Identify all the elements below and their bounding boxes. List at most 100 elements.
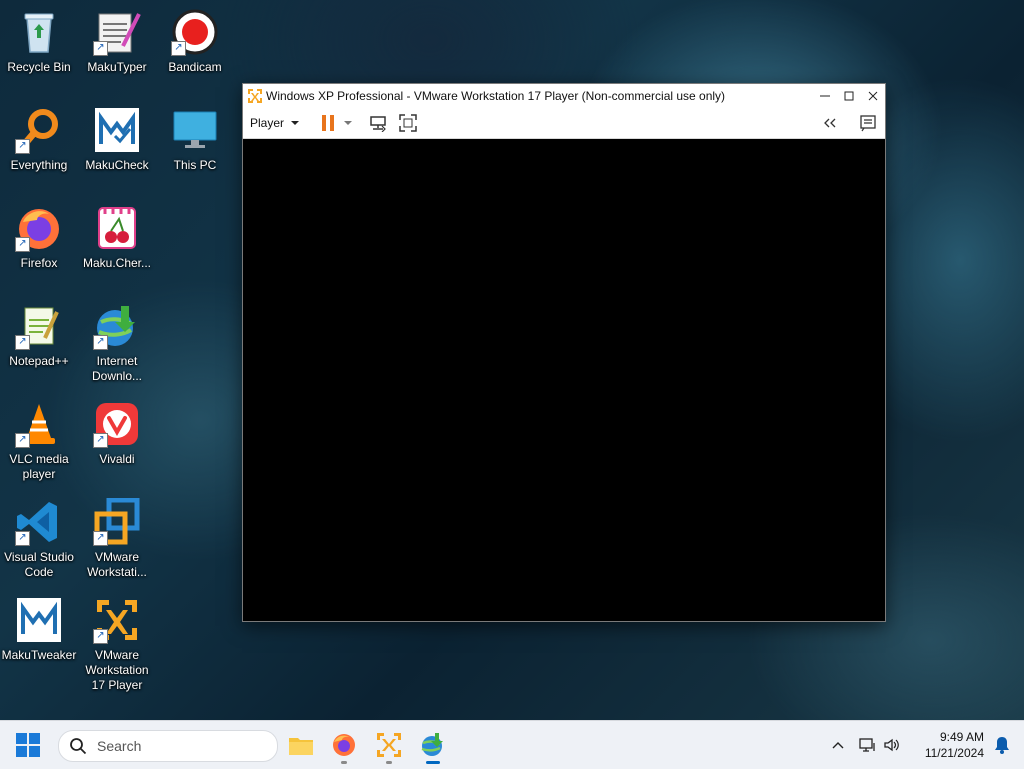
clock[interactable]: 9:49 AM 11/21/2024 bbox=[925, 729, 984, 761]
desktop-icon-firefox[interactable]: ↗ Firefox bbox=[1, 204, 77, 271]
caret-down-icon bbox=[344, 120, 353, 125]
double-chevron-left-icon bbox=[824, 118, 836, 127]
desktop-icon-label: MakuTweaker bbox=[1, 648, 77, 662]
caret-down-icon bbox=[291, 120, 300, 125]
shortcut-arrow-icon: ↗ bbox=[93, 531, 108, 546]
maximize-button[interactable] bbox=[837, 84, 861, 107]
desktop-icon-vmware-player[interactable]: ↗ VMware Workstation 17 Player bbox=[79, 596, 155, 693]
desktop-icon-label: Firefox bbox=[20, 256, 58, 270]
bandicam-icon: ↗ bbox=[171, 8, 219, 56]
makucheck-icon bbox=[93, 106, 141, 154]
desktop-icon-bandicam[interactable]: ↗ Bandicam bbox=[157, 8, 233, 75]
desktop-icon-label: Internet Downlo... bbox=[91, 354, 143, 383]
vmware-player-window[interactable]: Windows XP Professional - VMware Worksta… bbox=[242, 83, 886, 622]
desktop-icon-label: Bandicam bbox=[168, 60, 222, 74]
taskbar-firefox[interactable] bbox=[328, 729, 360, 764]
notepad-plus-plus-icon: ↗ bbox=[15, 302, 63, 350]
taskbar-file-explorer[interactable] bbox=[285, 729, 317, 761]
shortcut-arrow-icon: ↗ bbox=[15, 433, 30, 448]
desktop-icon-label: VMware Workstati... bbox=[87, 550, 147, 579]
everything-icon: ↗ bbox=[15, 106, 63, 154]
vm-display[interactable] bbox=[243, 139, 885, 621]
desktop-icon-label: Maku.Cher... bbox=[82, 256, 152, 270]
maximize-icon bbox=[844, 91, 854, 100]
firefox-icon: ↗ bbox=[15, 204, 63, 252]
taskbar-vmware-player[interactable] bbox=[373, 729, 405, 764]
makutyper-icon: ↗ bbox=[93, 8, 141, 56]
shortcut-arrow-icon: ↗ bbox=[93, 335, 108, 350]
shortcut-arrow-icon: ↗ bbox=[171, 41, 186, 56]
full-screen-button[interactable] bbox=[399, 107, 417, 138]
vmware-player-icon bbox=[248, 88, 262, 103]
bell-icon bbox=[995, 737, 1009, 754]
desktop-icon-this-pc[interactable]: This PC bbox=[157, 106, 233, 173]
firefox-icon bbox=[333, 734, 355, 756]
recycle-bin-icon bbox=[15, 8, 63, 56]
makutweaker-icon bbox=[15, 596, 63, 644]
network-button[interactable] bbox=[856, 737, 880, 753]
active-indicator bbox=[426, 761, 440, 764]
desktop-icon-makutyper[interactable]: ↗ MakuTyper bbox=[79, 8, 155, 75]
desktop-icon-label: MakuTyper bbox=[87, 60, 147, 74]
vlc-icon: ↗ bbox=[15, 400, 63, 448]
file-explorer-icon bbox=[289, 738, 313, 755]
show-hidden-icons-button[interactable] bbox=[826, 741, 850, 749]
vmware-workstation-icon: ↗ bbox=[93, 498, 141, 546]
shortcut-arrow-icon: ↗ bbox=[15, 139, 30, 154]
window-title: Windows XP Professional - VMware Worksta… bbox=[266, 88, 726, 103]
desktop-icon-label: Visual Studio Code bbox=[4, 550, 74, 579]
start-button[interactable] bbox=[16, 733, 40, 757]
shortcut-arrow-icon: ↗ bbox=[15, 335, 30, 350]
desktop-icon-vscode[interactable]: ↗ Visual Studio Code bbox=[1, 498, 77, 580]
desktop-icon-everything[interactable]: ↗ Everything bbox=[1, 106, 77, 173]
system-tray bbox=[826, 721, 904, 769]
taskbar-internet-download-manager[interactable] bbox=[417, 729, 449, 764]
taskbar-search[interactable] bbox=[58, 730, 278, 762]
message-log-icon bbox=[860, 114, 876, 131]
pause-button[interactable] bbox=[321, 107, 335, 138]
collapse-toolbar-button[interactable] bbox=[823, 107, 837, 138]
vivaldi-icon: ↗ bbox=[93, 400, 141, 448]
desktop-icon-label: MakuCheck bbox=[85, 158, 149, 172]
pause-icon bbox=[322, 114, 335, 131]
desktop-icon-recycle-bin[interactable]: Recycle Bin bbox=[1, 8, 77, 75]
speaker-icon bbox=[884, 738, 899, 752]
toolbar: Player bbox=[243, 107, 885, 139]
title-bar[interactable]: Windows XP Professional - VMware Worksta… bbox=[243, 84, 885, 107]
volume-button[interactable] bbox=[880, 737, 904, 753]
desktop-icon-makucherry[interactable]: Maku.Cher... bbox=[79, 204, 155, 271]
internet-download-manager-icon: ↗ bbox=[93, 302, 141, 350]
windows-logo-icon bbox=[16, 733, 40, 757]
player-menu-button[interactable]: Player bbox=[250, 107, 300, 138]
fullscreen-icon bbox=[399, 113, 417, 132]
minimize-button[interactable] bbox=[813, 84, 837, 107]
desktop-icon-label: VMware Workstation 17 Player bbox=[85, 648, 149, 692]
shortcut-arrow-icon: ↗ bbox=[15, 237, 30, 252]
power-dropdown-button[interactable] bbox=[343, 107, 353, 138]
player-menu-label: Player bbox=[250, 115, 285, 130]
desktop-icon-notepad-plus-plus[interactable]: ↗ Notepad++ bbox=[1, 302, 77, 369]
desktop-icon-internet-download-manager[interactable]: ↗ Internet Downlo... bbox=[79, 302, 155, 384]
search-icon bbox=[70, 738, 87, 755]
shortcut-arrow-icon: ↗ bbox=[93, 433, 108, 448]
taskbar: 9:49 AM 11/21/2024 bbox=[0, 720, 1024, 769]
notifications-button[interactable] bbox=[994, 736, 1010, 759]
desktop-icon-vivaldi[interactable]: ↗ Vivaldi bbox=[79, 400, 155, 467]
message-log-button[interactable] bbox=[859, 107, 877, 138]
running-indicator bbox=[386, 761, 392, 764]
running-indicator bbox=[341, 761, 347, 764]
minimize-icon bbox=[820, 95, 830, 96]
send-ctrl-alt-del-button[interactable] bbox=[369, 107, 387, 138]
desktop-icon-vlc[interactable]: ↗ VLC media player bbox=[1, 400, 77, 482]
vmware-player-icon bbox=[377, 733, 401, 757]
search-input[interactable] bbox=[95, 737, 259, 755]
chevron-up-icon bbox=[832, 742, 844, 749]
desktop-icon-makutweaker[interactable]: MakuTweaker bbox=[1, 596, 77, 663]
shortcut-arrow-icon: ↗ bbox=[15, 531, 30, 546]
clock-date: 11/21/2024 bbox=[924, 746, 984, 760]
desktop-icon-label: Recycle Bin bbox=[7, 60, 71, 74]
desktop-icon-label: This PC bbox=[173, 158, 217, 172]
desktop-icon-vmware-workstation[interactable]: ↗ VMware Workstati... bbox=[79, 498, 155, 580]
desktop-icon-makucheck[interactable]: MakuCheck bbox=[79, 106, 155, 173]
close-button[interactable] bbox=[861, 84, 885, 107]
